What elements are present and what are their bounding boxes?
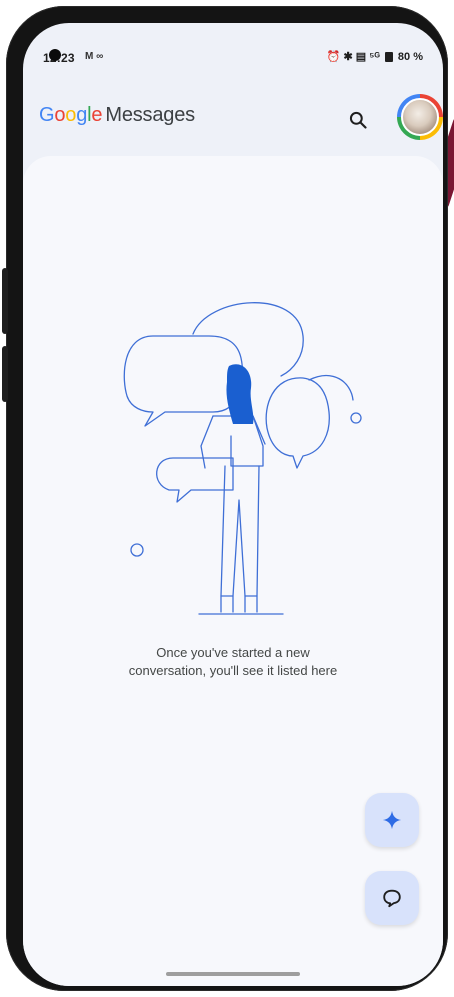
screen: 12:23 M ∞ ⏰ ✱ ▤ ⁵ᴳ 80 % GoogleMessages (23, 23, 443, 986)
logo-suffix: Messages (105, 104, 195, 126)
avatar-photo (401, 98, 439, 136)
person-right-arm (252, 415, 266, 445)
person-hair (226, 364, 254, 424)
front-camera (49, 49, 61, 61)
status-left-icons: M ∞ (85, 51, 104, 62)
phone-frame: 12:23 M ∞ ⏰ ✱ ▤ ⁵ᴳ 80 % GoogleMessages (2, 6, 448, 991)
person-feet (220, 595, 258, 613)
logo-letter: o (54, 104, 66, 126)
app-bar: Google Messages (23, 83, 443, 143)
empty-state-illustration (123, 302, 362, 615)
speech-curl (308, 374, 354, 401)
navigation-handle[interactable] (166, 972, 300, 976)
logo-letter: e (91, 104, 103, 126)
speech-bubble-large (123, 335, 244, 427)
small-circle-left (130, 543, 144, 557)
volume-up-button (2, 268, 8, 334)
chat-bubble-icon (383, 889, 401, 908)
person-left-arm (200, 415, 214, 469)
battery-icon (384, 51, 393, 62)
status-icons-text: ⏰ ✱ ▤ ⁵ᴳ (326, 51, 380, 63)
conversation-list-area: Once you've started a new conversation, … (23, 156, 443, 986)
speech-bubble-oval (265, 377, 330, 469)
empty-state-line-2: conversation, you'll see it listed here (128, 663, 338, 678)
volume-down-button (2, 346, 8, 402)
empty-state-line-1: Once you've started a new (156, 645, 310, 660)
search-icon (349, 111, 367, 129)
empty-state-message: Once you've started a new conversation, … (63, 644, 403, 680)
logo-letter: o (65, 104, 77, 126)
person-legs (220, 465, 260, 597)
speech-bubble-arc (192, 302, 304, 377)
gemini-button[interactable] (365, 793, 419, 847)
status-right-icons: ⏰ ✱ ▤ ⁵ᴳ 80 % (326, 50, 423, 64)
profile-avatar[interactable] (397, 94, 443, 140)
sparkle-icon (382, 810, 402, 830)
logo-letter: g (76, 104, 88, 126)
start-chat-button[interactable] (365, 871, 419, 925)
search-button[interactable] (343, 105, 373, 135)
small-circle-right (350, 412, 362, 424)
app-logo: Google Messages (39, 104, 195, 127)
stage: 12:23 M ∞ ⏰ ✱ ▤ ⁵ᴳ 80 % GoogleMessages (0, 0, 454, 997)
speech-bubble-small (156, 457, 234, 503)
logo-letter: G (39, 104, 55, 126)
battery-level: 80 % (397, 50, 423, 63)
status-bar: 12:23 M ∞ ⏰ ✱ ▤ ⁵ᴳ 80 % (23, 23, 443, 73)
